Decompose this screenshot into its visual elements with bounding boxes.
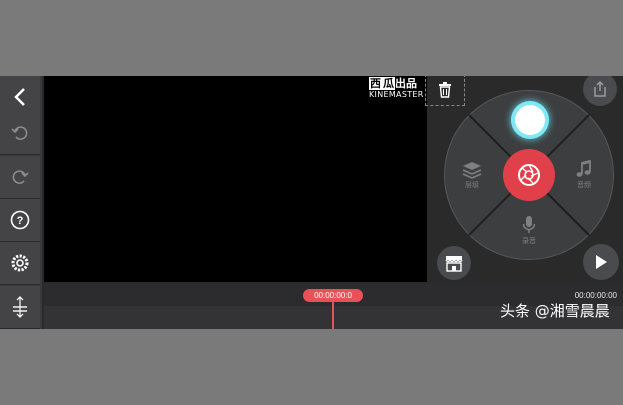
vertical-adjust-icon: [13, 296, 27, 318]
playhead[interactable]: [332, 300, 334, 329]
total-duration: 00:00:00:00: [574, 291, 617, 300]
undo-icon: [11, 126, 28, 140]
timeline-adjust-button[interactable]: [0, 286, 40, 329]
help-icon: ?: [10, 210, 30, 230]
watermark-brand: KINEMASTER: [369, 90, 424, 99]
camera-shutter-icon: [518, 164, 540, 186]
gear-icon: [11, 254, 29, 272]
audio-button[interactable]: 音频: [571, 159, 597, 191]
video-preview: [44, 76, 427, 282]
music-note-icon: [576, 160, 591, 177]
microphone-icon: [522, 216, 536, 233]
record-button[interactable]: [511, 101, 549, 139]
watermark-char-1: 西: [369, 77, 382, 90]
layers-button[interactable]: 层级: [459, 161, 485, 191]
undo-button[interactable]: [0, 112, 40, 155]
settings-button[interactable]: [0, 242, 40, 285]
kinemaster-editor: ? 西瓜出品 KINEMASTER 层级 音频 录音 00:00:00:0 00…: [0, 76, 623, 329]
layers-icon: [462, 162, 482, 179]
redo-button[interactable]: [0, 156, 40, 199]
help-button[interactable]: ?: [0, 199, 40, 242]
chevron-left-icon: [14, 88, 25, 106]
play-icon: [596, 255, 607, 269]
asset-store-button[interactable]: [437, 246, 471, 280]
record-button-inner: [515, 105, 545, 135]
capture-button[interactable]: [503, 149, 555, 201]
left-toolbar: ?: [0, 76, 42, 329]
redo-icon: [12, 170, 29, 184]
watermark-char-2: 瓜: [382, 77, 395, 90]
media-wheel: 层级 音频 录音: [444, 90, 614, 260]
svg-text:?: ?: [17, 215, 24, 227]
source-credit-watermark: 头条 @湘雪晨晨: [500, 302, 610, 320]
audio-label: 音频: [577, 181, 591, 189]
store-icon: [445, 256, 463, 272]
voice-label: 录音: [522, 237, 536, 245]
voice-record-button[interactable]: 录音: [516, 215, 542, 247]
play-button[interactable]: [583, 244, 619, 280]
kinemaster-watermark: 西瓜出品 KINEMASTER: [369, 77, 424, 102]
layers-label: 层级: [465, 181, 479, 189]
watermark-char-3: 出品: [395, 77, 417, 90]
